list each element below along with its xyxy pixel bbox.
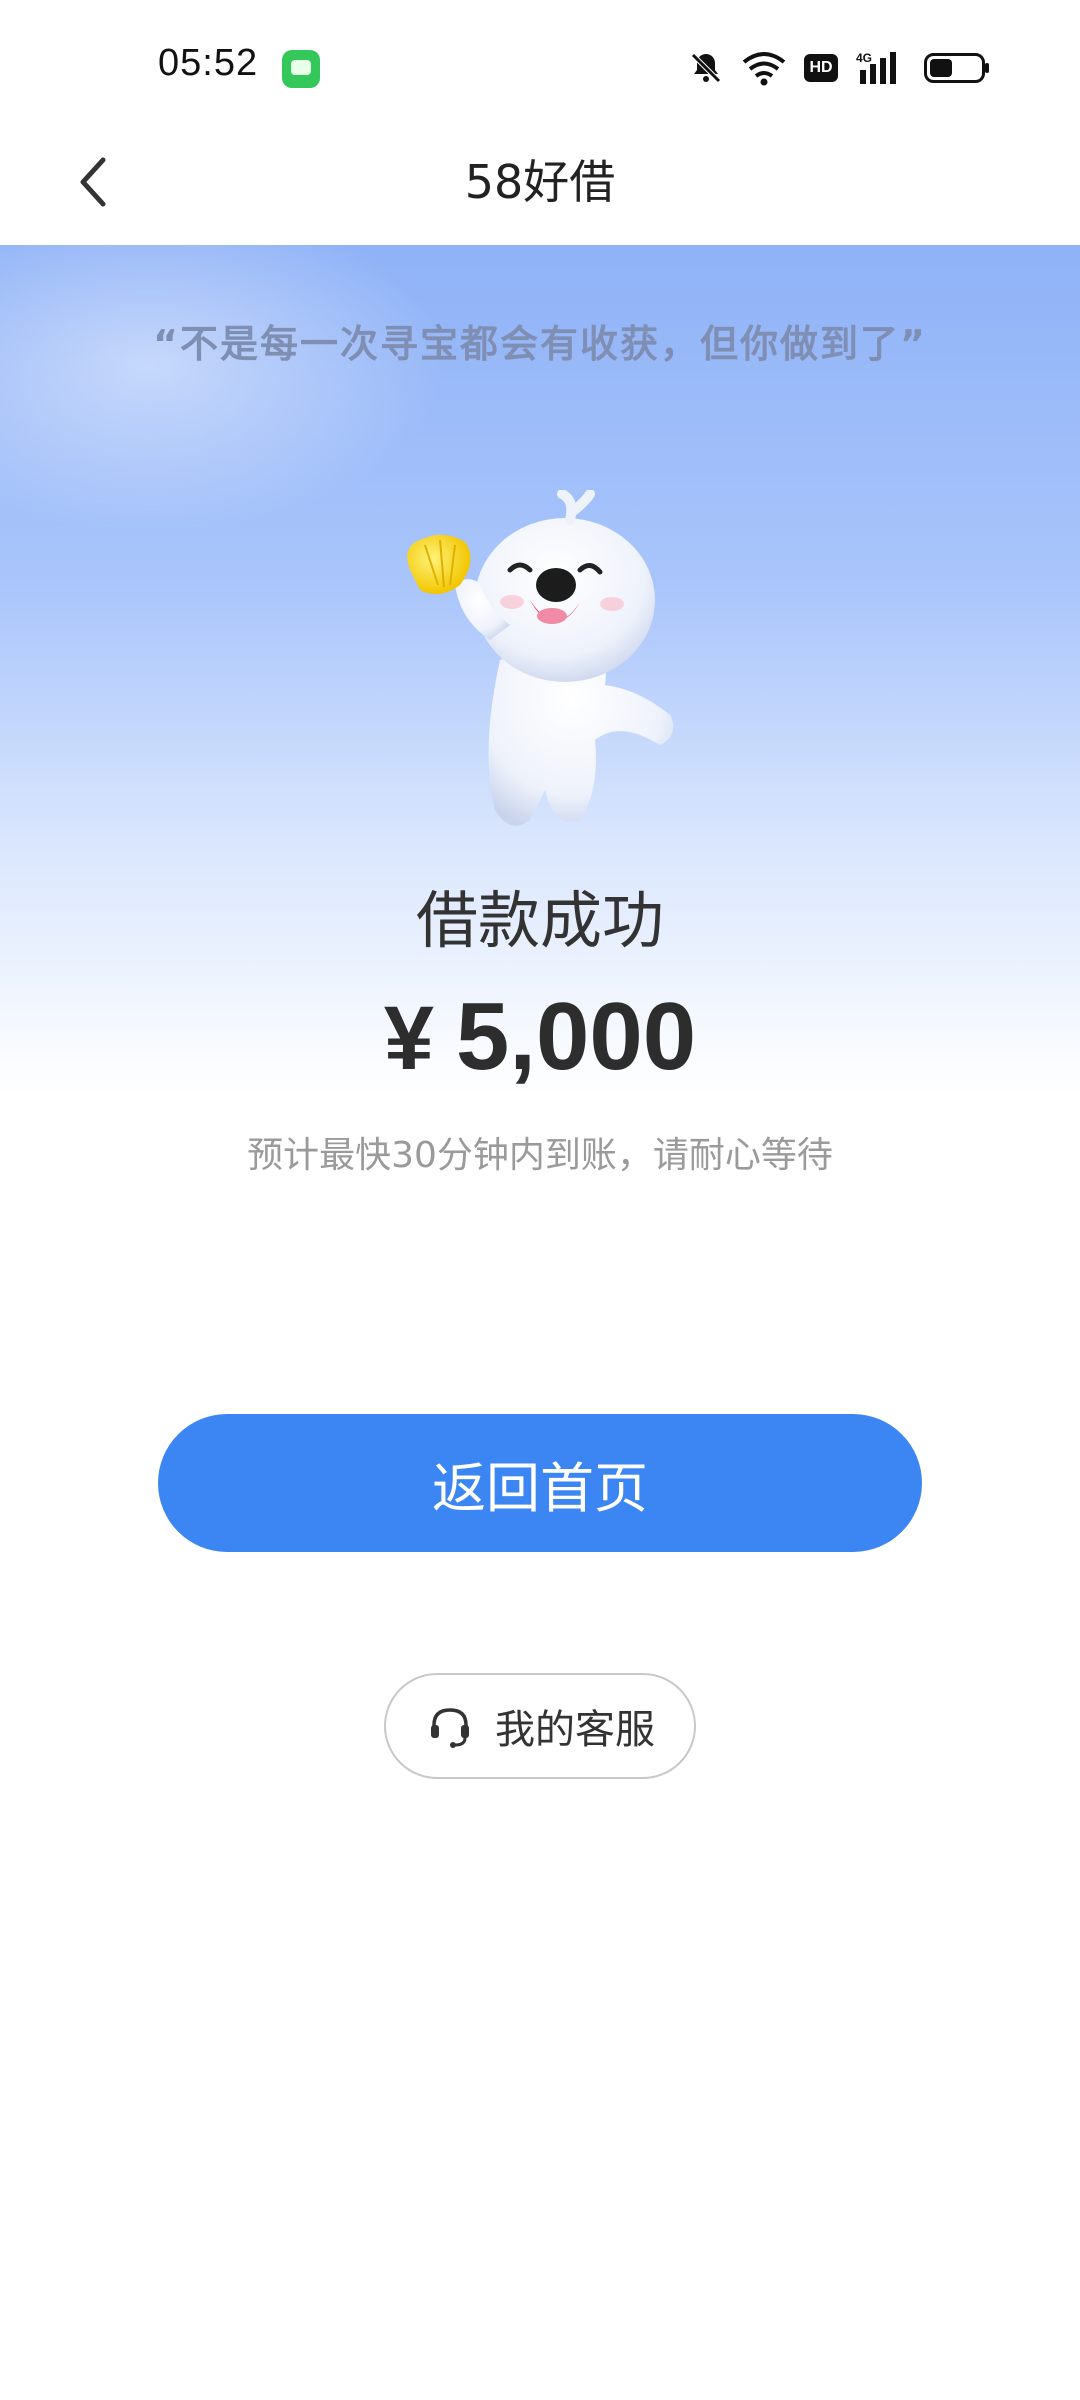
status-icons: HD 4G	[688, 46, 990, 90]
bell-off-icon	[691, 53, 721, 83]
return-home-button[interactable]: 返回首页	[158, 1414, 922, 1552]
customer-service-button[interactable]: 我的客服	[384, 1673, 696, 1779]
wifi-icon	[742, 52, 786, 86]
page-title: 58好借	[464, 155, 616, 209]
currency-symbol: ¥	[383, 989, 434, 1089]
arrival-hint: 预计最快30分钟内到账，请耐心等待	[247, 1135, 833, 1176]
success-title: 借款成功	[415, 884, 664, 957]
status-time: 05:52	[158, 42, 259, 84]
customer-service-label: 我的客服	[495, 1707, 655, 1753]
hd-icon: HD	[804, 54, 838, 82]
loan-amount: ¥5,000	[0, 982, 1080, 1092]
headset-icon	[431, 1708, 469, 1748]
status-bar: 05:52 HD 4G	[0, 0, 1080, 120]
network-label: 4G	[856, 51, 872, 65]
hero-quote: “不是每一次寻宝都会有收获，但你做到了”	[153, 322, 927, 366]
navigation-bar: 58好借	[0, 120, 1080, 245]
message-app-icon	[282, 50, 320, 88]
battery-icon	[924, 53, 989, 83]
mascot-illustration	[407, 490, 674, 826]
4g-signal-icon: 4G	[856, 51, 896, 84]
amount-value: 5,000	[455, 983, 697, 1090]
loan-success-page: 05:52 HD 4G 58好借 “不是每一次寻宝都会有收获，但你做到了” 借款…	[0, 0, 1080, 2400]
